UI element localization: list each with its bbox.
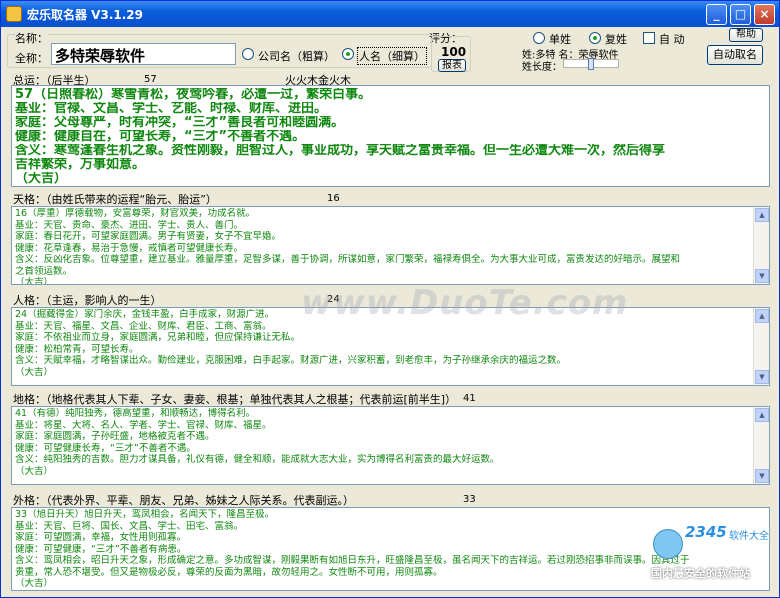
scroll-down-icon[interactable]: ▼ <box>755 269 769 283</box>
text-line: 含义：纯阳独秀的吉数。胆力才谋具备，礼仪有德，健全和顺，能成就大志大业，实为博得… <box>15 454 500 465</box>
renge-label: 人格：（主运，影响人的一生） <box>13 292 162 308</box>
dige-textbox[interactable]: 41（有德）纯阳独秀，德高望重，和顺畅达，博得名利。 基业：将星、大将、名人、学… <box>11 406 770 485</box>
app-icon <box>6 6 22 22</box>
main-window: 宏乐取名器 V3.1.29 _ □ × 名称： 全称： 多特荣辱软件 公司名（粗… <box>0 0 780 598</box>
surname-length-label: 姓长度： <box>522 62 562 73</box>
text-line: 健康：可望健康长寿，“三才”不善者不遇。 <box>15 442 196 454</box>
fullname-value: 多特荣辱软件 <box>55 47 146 65</box>
text-line: （大吉） <box>15 172 68 186</box>
maximize-icon[interactable]: □ <box>730 4 751 25</box>
double-surname-radio[interactable] <box>589 32 601 44</box>
person-radio-label: 人名（细算） <box>357 47 427 65</box>
text-line: 家庭：不依祖业而立身，家庭圆满，兄弟和睦，但应保持谦让无私。 <box>15 332 301 343</box>
window-title: 宏乐取名器 V3.1.29 <box>27 8 143 22</box>
text-line: （大吉） <box>15 465 54 477</box>
mascot-icon <box>653 529 683 559</box>
text-line: 家庭：春日花开，可望家庭圆满。男子有贤妻，女子不宜早婚。 <box>15 231 282 242</box>
text-line: 健康：健康自在，可望长寿，“三才”不善者不遇。 <box>15 130 306 144</box>
text-line: 健康：松柏常青，可望长寿。 <box>15 343 139 355</box>
corner-tagline: 国内最安全的软件站 <box>651 567 750 580</box>
text-line: 家庭：家庭圆满，子孙旺盛，地格被克者不遇。 <box>15 431 215 442</box>
minimize-icon[interactable]: _ <box>706 4 727 25</box>
tiange-number: 16 <box>327 193 340 204</box>
single-surname-label: 单姓 <box>549 33 571 46</box>
title-bar[interactable]: 宏乐取名器 V3.1.29 _ □ × <box>1 1 779 27</box>
single-surname-radio[interactable] <box>533 32 545 44</box>
zongyun-textbox[interactable]: 57（日照春松）寒雪青松，夜莺吟春，必遭一过，繁荣白事。 基业：官禄、文昌、学士… <box>11 85 770 187</box>
help-button[interactable]: 帮助 <box>729 28 763 42</box>
text-line: 之首领运数。 <box>15 265 73 277</box>
scroll-up-icon[interactable]: ▲ <box>755 208 769 222</box>
corner-brand-suffix: 软件大全 <box>729 531 769 542</box>
zongyun-number: 57 <box>144 74 157 85</box>
waige-number: 33 <box>463 494 476 505</box>
text-line: 33（旭日升天）旭日升天，鸾凤相会，名闻天下，隆昌至极。 <box>15 509 275 520</box>
scrollbar[interactable]: ▲ ▼ <box>753 207 769 284</box>
text-line: 41（有德）纯阳独秀，德高望重，和顺畅达，博得名利。 <box>15 408 256 419</box>
person-radio[interactable] <box>342 48 354 60</box>
scroll-down-icon[interactable]: ▼ <box>755 469 769 483</box>
tiange-label: 天格：（由姓氏带来的运程“胎元、胎运”） <box>13 191 217 207</box>
corner-brand: 2345 <box>685 523 727 541</box>
text-line: 吉祥繁荣，万事如意。 <box>15 158 146 172</box>
scrollbar[interactable]: ▲ ▼ <box>753 407 769 484</box>
scroll-up-icon[interactable]: ▲ <box>755 309 769 323</box>
waige-label: 外格：（代表外界、平辈、朋友、兄弟、姊妹之人际关系。代表副运。） <box>13 492 354 508</box>
fullname-label: 全称： <box>15 52 48 65</box>
dige-label: 地格：（地格代表其人下辈、子女、妻妾、根基；单独代表其人之根基；代表前运[前半生… <box>13 391 457 407</box>
score-value: 100 <box>441 45 467 59</box>
surname-length-slider[interactable] <box>563 58 619 70</box>
name-label: 名称： <box>15 30 48 46</box>
watermark: www.DuoTe.com <box>301 283 629 323</box>
text-line: 57（日照春松）寒雪青松，夜莺吟春，必遭一过，繁荣白事。 <box>15 88 372 102</box>
text-line: （大吉） <box>15 366 54 378</box>
fullname-input[interactable]: 多特荣辱软件 <box>51 43 236 65</box>
scrollbar[interactable]: ▲ ▼ <box>753 308 769 385</box>
corner-logo: 2345 软件大全 国内最安全的软件站 <box>651 523 779 597</box>
text-line: 健康：花草逢春，易治于急慢，戒慎者可望健康长寿。 <box>15 242 244 254</box>
auto-name-button[interactable]: 自动取名 <box>707 45 763 65</box>
tiange-textbox[interactable]: 16（厚重）厚德载物，安富尊荣，财官双美，功成名就。 基业：天官、贵命、豪杰、进… <box>11 206 770 285</box>
slider-thumb[interactable] <box>588 58 594 70</box>
text-line: 基业：将星、大将、名人、学者、学士、官禄、财库、福星。 <box>15 419 272 431</box>
scroll-down-icon[interactable]: ▼ <box>755 370 769 384</box>
company-radio[interactable] <box>242 48 254 60</box>
auto-checkbox-label: 自 动 <box>659 33 685 46</box>
text-line: 含义：寒莺逢春生机之象。资性刚毅，胆智过人，事业成功，享天赋之富贵幸福。但一生必… <box>15 144 666 158</box>
auto-checkbox[interactable] <box>643 32 655 44</box>
dige-number: 41 <box>463 393 476 404</box>
close-icon[interactable]: × <box>754 4 775 25</box>
report-button[interactable]: 报表 <box>438 59 466 72</box>
text-line: 家庭：父母尊严，时有冲突，“三才”善良者可和睦圆满。 <box>15 116 345 130</box>
text-line: 含义：天赋幸福，才略智谋出众。勤俭建业，克服困难，白手起家。财源广进，兴家积蓄，… <box>15 355 567 366</box>
text-line: 基业：天官、贵命、豪杰、进田、学士、贵人、善门。 <box>15 219 244 231</box>
text-line: 16（厚重）厚德载物，安富尊荣，财官双美，功成名就。 <box>15 208 256 219</box>
scroll-up-icon[interactable]: ▲ <box>755 408 769 422</box>
text-line: 基业：官禄、文昌、学士、艺能、时禄、财库、进田。 <box>15 102 328 116</box>
company-radio-label: 公司名（粗算） <box>258 50 335 63</box>
double-surname-label: 复姓 <box>605 33 627 46</box>
text-line: 含义：反凶化吉象。位尊望重，建立基业。雅量厚重，足智多谋，善于协调，所谋如意，家… <box>15 254 681 265</box>
